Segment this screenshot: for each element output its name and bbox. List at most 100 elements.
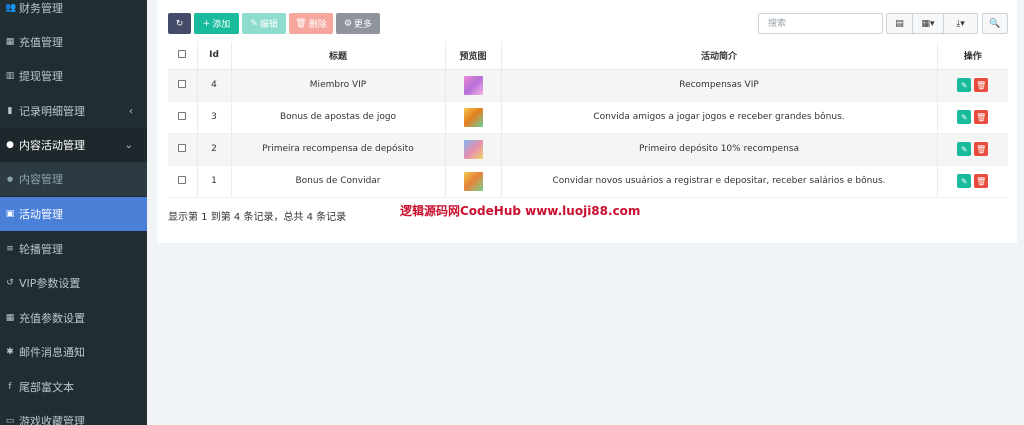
asterisk-icon: ✱ bbox=[6, 347, 14, 357]
ops-cell: ✎ 🗑 bbox=[937, 101, 1008, 134]
table-row[interactable]: 1 Bonus de Convidar Convidar novos usuár… bbox=[168, 165, 1008, 198]
row-delete-button[interactable]: 🗑 bbox=[974, 142, 989, 156]
pencil-icon: ✎ bbox=[960, 176, 968, 186]
select-all-header bbox=[168, 42, 198, 70]
ops-cell: ✎ 🗑 bbox=[937, 69, 1008, 102]
id-header[interactable]: Id bbox=[197, 42, 232, 70]
id-cell: 1 bbox=[197, 165, 232, 198]
refresh-button[interactable]: ↻ bbox=[168, 13, 191, 34]
sidebar-item-footer-richtext[interactable]: f 尾部富文本 bbox=[0, 370, 147, 404]
sidebar-item-withdraw[interactable]: ▥ 提现管理 bbox=[0, 59, 147, 93]
preview-header: 预览图 bbox=[445, 42, 502, 70]
sidebar-item-content-activity[interactable]: ● 内容活动管理 ⌄ bbox=[0, 128, 147, 162]
facebook-icon: f bbox=[8, 382, 12, 392]
row-edit-button[interactable]: ✎ bbox=[957, 174, 972, 188]
sidebar-item-label: 邮件消息通知 bbox=[19, 346, 85, 359]
trash-icon: 🗑 bbox=[976, 144, 987, 154]
users-icon: 👥 bbox=[5, 3, 17, 13]
sidebar: 👥 财务管理 ▦ 充值管理 ▥ 提现管理 ▮ 记录明细管理 ‹ ● 内容活动管理… bbox=[0, 0, 147, 425]
add-label: 添加 bbox=[212, 20, 231, 30]
summary-cell: Convida amigos a jogar jogos e receber g… bbox=[501, 101, 938, 134]
toggle-columns-button[interactable]: ▤ bbox=[886, 13, 913, 34]
summary-cell: Recompensas VIP bbox=[501, 69, 938, 102]
title-cell: Primeira recompensa de depósito bbox=[231, 133, 446, 166]
sidebar-item-content[interactable]: ● 内容管理 bbox=[0, 162, 147, 196]
trash-icon: 🗑 bbox=[976, 80, 987, 90]
sidebar-item-label: VIP参数设置 bbox=[19, 277, 81, 290]
row-edit-button[interactable]: ✎ bbox=[957, 110, 972, 124]
id-cell: 2 bbox=[197, 133, 232, 166]
ops-cell: ✎ 🗑 bbox=[937, 165, 1008, 198]
title-header[interactable]: 标题 bbox=[231, 42, 446, 70]
more-button[interactable]: ⚙ 更多 bbox=[336, 13, 380, 34]
id-cell: 4 bbox=[197, 69, 232, 102]
table-row[interactable]: 4 Miembro VIP Recompensas VIP ✎ 🗑 bbox=[168, 69, 1008, 102]
preview-thumbnail[interactable] bbox=[463, 107, 483, 127]
sidebar-item-label: 尾部富文本 bbox=[19, 381, 74, 394]
row-delete-button[interactable]: 🗑 bbox=[974, 110, 989, 124]
list-icon: ≡ bbox=[6, 244, 14, 254]
sidebar-item-carousel[interactable]: ≡ 轮播管理 bbox=[0, 232, 147, 266]
edit-button[interactable]: ✎ 编辑 bbox=[242, 13, 286, 34]
pencil-icon: ✎ bbox=[960, 144, 968, 154]
sidebar-item-records[interactable]: ▮ 记录明细管理 ‹ bbox=[0, 94, 147, 128]
row-edit-button[interactable]: ✎ bbox=[957, 142, 972, 156]
preview-cell bbox=[445, 101, 502, 134]
more-label: 更多 bbox=[354, 20, 373, 30]
add-button[interactable]: + 添加 bbox=[194, 13, 239, 34]
preview-cell bbox=[445, 133, 502, 166]
sidebar-item-label: 内容管理 bbox=[19, 173, 63, 186]
building-icon: ▥ bbox=[5, 71, 15, 81]
search-input[interactable] bbox=[758, 13, 883, 34]
row-checkbox[interactable] bbox=[178, 111, 187, 120]
table-row[interactable]: 2 Primeira recompensa de depósito Primei… bbox=[168, 133, 1008, 166]
row-edit-button[interactable]: ✎ bbox=[957, 78, 972, 92]
row-select-cell bbox=[168, 69, 198, 102]
sidebar-item-recharge-settings[interactable]: ▦ 充值参数设置 bbox=[0, 301, 147, 335]
grid-icon: ▦ bbox=[5, 37, 15, 47]
sidebar-item-vip-settings[interactable]: ↺ VIP参数设置 bbox=[0, 266, 147, 300]
row-delete-button[interactable]: 🗑 bbox=[974, 78, 989, 92]
preview-thumbnail[interactable] bbox=[463, 75, 483, 95]
row-checkbox[interactable] bbox=[178, 175, 187, 184]
chevron-left-icon: ‹ bbox=[129, 105, 133, 117]
watermark-text: 逻辑源码网CodeHub www.luoji88.com bbox=[400, 204, 641, 218]
activity-table: Id 标题 预览图 活动简介 操作 4 Miembro VIP Recompen… bbox=[168, 42, 1008, 198]
sidebar-item-label: 提现管理 bbox=[19, 70, 63, 83]
sidebar-item-game-favorites[interactable]: ▭ 游戏收藏管理 bbox=[0, 404, 147, 425]
row-select-cell bbox=[168, 101, 198, 134]
preview-cell bbox=[445, 69, 502, 102]
delete-button[interactable]: 🗑 删除 bbox=[289, 13, 333, 34]
pencil-icon: ✎ bbox=[250, 18, 258, 29]
grid-view-button[interactable]: ▦▾ bbox=[912, 13, 944, 34]
calendar-icon: ▣ bbox=[5, 209, 15, 219]
title-cell: Miembro VIP bbox=[231, 69, 446, 102]
sidebar-item-finance[interactable]: 👥 财务管理 bbox=[0, 0, 147, 25]
row-checkbox[interactable] bbox=[178, 143, 187, 152]
table-row[interactable]: 3 Bonus de apostas de jogo Convida amigo… bbox=[168, 101, 1008, 134]
chevron-down-icon: ⌄ bbox=[124, 139, 133, 151]
sidebar-item-recharge[interactable]: ▦ 充值管理 bbox=[0, 25, 147, 59]
sidebar-item-label: 财务管理 bbox=[19, 2, 63, 15]
summary-cell: Convidar novos usuários a registrar e de… bbox=[501, 165, 938, 198]
row-checkbox[interactable] bbox=[178, 79, 187, 88]
download-icon: ⤓▾ bbox=[956, 18, 965, 29]
sidebar-item-activity[interactable]: ▣ 活动管理 bbox=[0, 197, 147, 231]
pencil-icon: ✎ bbox=[960, 80, 968, 90]
summary-header: 活动简介 bbox=[501, 42, 938, 70]
preview-thumbnail[interactable] bbox=[463, 139, 483, 159]
refresh-icon: ↻ bbox=[175, 18, 184, 29]
sidebar-item-label: 游戏收藏管理 bbox=[19, 415, 85, 425]
trash-icon: 🗑 bbox=[976, 112, 987, 122]
search-button[interactable]: 🔍 bbox=[982, 13, 1008, 34]
select-all-checkbox[interactable] bbox=[178, 49, 187, 58]
export-button[interactable]: ⤓▾ bbox=[943, 13, 978, 34]
preview-thumbnail[interactable] bbox=[463, 171, 483, 191]
edit-label: 编辑 bbox=[259, 20, 278, 30]
summary-cell: Primeiro depósito 10% recompensa bbox=[501, 133, 938, 166]
row-delete-button[interactable]: 🗑 bbox=[974, 174, 989, 188]
search-icon: 🔍 bbox=[989, 18, 1001, 29]
title-cell: Bonus de Convidar bbox=[231, 165, 446, 198]
id-cell: 3 bbox=[197, 101, 232, 134]
sidebar-item-mail-notice[interactable]: ✱ 邮件消息通知 bbox=[0, 335, 147, 369]
